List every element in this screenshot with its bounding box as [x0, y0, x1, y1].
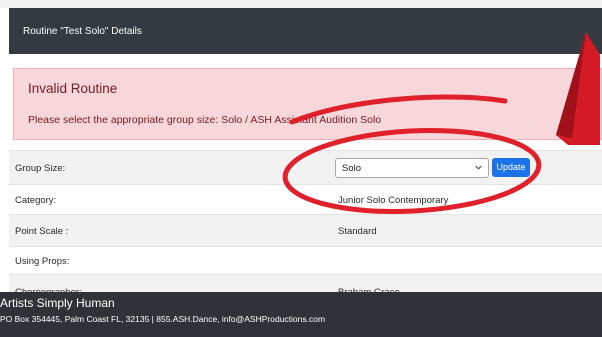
alert-title: Invalid Routine [28, 81, 118, 96]
modal-body: Invalid Routine Please select the approp… [9, 54, 602, 298]
footer-title: Artists Simply Human [0, 296, 115, 310]
top-strip [0, 0, 602, 8]
modal-title: Routine "Test Solo" Details [23, 26, 142, 37]
group-size-label: Group Size: [15, 163, 66, 174]
modal-header: Routine "Test Solo" Details [9, 8, 602, 54]
group-size-selected: Solo [342, 163, 362, 174]
category-row: Category: Junior Solo Contemporary [9, 184, 602, 214]
using-props-row: Using Props: [9, 246, 602, 274]
group-size-row: Group Size: Solo Update [9, 150, 602, 184]
group-size-select[interactable]: Solo [335, 158, 489, 178]
update-button[interactable]: Update [492, 158, 530, 177]
footer-address: PO Box 354445, Palm Coast FL, 32135 | 85… [0, 314, 326, 324]
site-footer: Artists Simply Human PO Box 354445, Palm… [0, 292, 602, 337]
point-scale-row: Point Scale : Standard [9, 214, 602, 246]
chevron-down-icon [475, 165, 482, 170]
category-value: Junior Solo Contemporary [338, 195, 449, 206]
category-label: Category: [15, 195, 57, 206]
point-scale-label: Point Scale : [15, 226, 69, 237]
using-props-label: Using Props: [15, 256, 70, 267]
invalid-routine-alert: Invalid Routine Please select the approp… [13, 68, 602, 140]
point-scale-value: Standard [338, 226, 377, 237]
alert-message: Please select the appropriate group size… [28, 114, 382, 126]
